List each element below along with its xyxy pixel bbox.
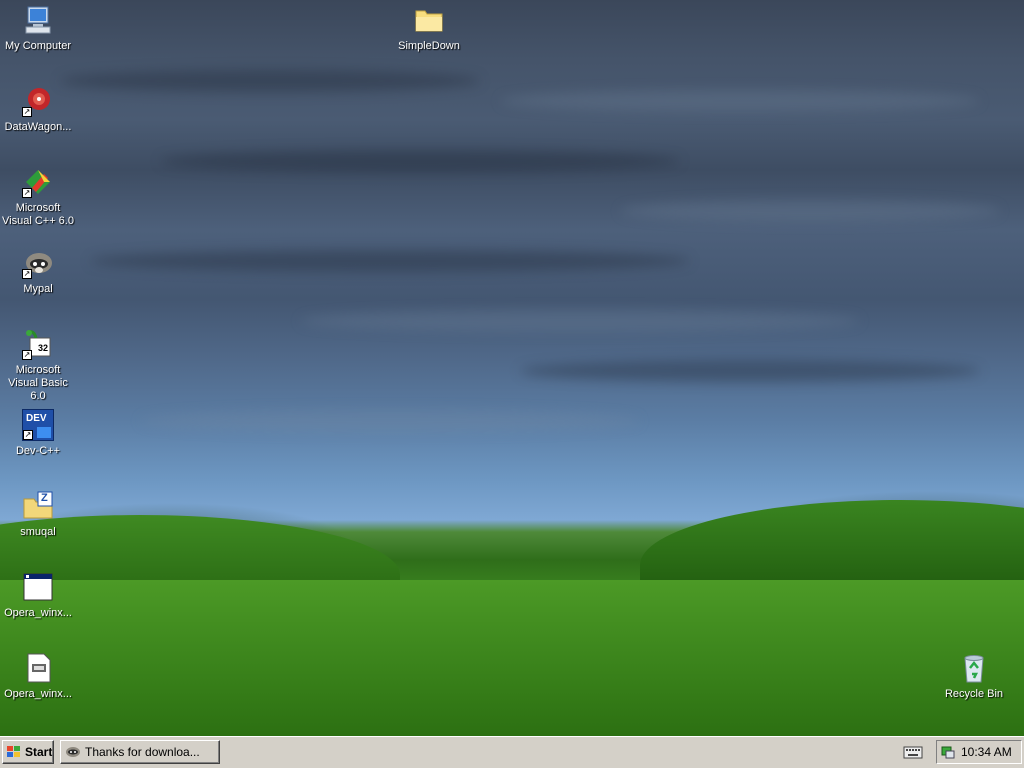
desktop-icon-label: DataWagon... <box>4 121 72 133</box>
zip-folder-icon: Z <box>22 490 54 522</box>
taskbar-button-window[interactable]: Thanks for downloa... <box>60 740 220 764</box>
desktop-icon-label: Opera_winx... <box>4 688 72 700</box>
shortcut-arrow-icon: ↗ <box>23 430 33 440</box>
start-label: Start <box>25 745 53 759</box>
desktop-icon-visual-basic[interactable]: 32 ↗ Microsoft Visual Basic 6.0 <box>0 328 76 403</box>
mypal-icon: ↗ <box>22 247 54 279</box>
desktop-icon-simpledown[interactable]: SimpleDown <box>391 4 467 53</box>
desktop[interactable]: My Computer ↗ DataWagon... ↗ Microsoft V… <box>0 0 1024 736</box>
shortcut-arrow-icon: ↗ <box>22 188 32 198</box>
shortcut-arrow-icon: ↗ <box>22 350 32 360</box>
desktop-icon-label: My Computer <box>4 40 72 52</box>
desktop-icon-label: Microsoft Visual Basic 6.0 <box>8 364 68 402</box>
desktop-icon-dev-cpp[interactable]: DEV ↗ Dev-C++ <box>0 409 76 458</box>
recycle-bin-icon <box>958 652 990 684</box>
cloud-streak <box>520 360 980 382</box>
cloud-streak <box>500 90 980 112</box>
shortcut-arrow-icon: ↗ <box>22 107 32 117</box>
system-tray: 10:34 AM <box>936 740 1022 764</box>
desktop-icon-smuqal[interactable]: Z smuqal <box>0 490 76 539</box>
desktop-icon-visual-cpp[interactable]: ↗ Microsoft Visual C++ 6.0 <box>0 166 76 228</box>
dev-badge: DEV <box>26 413 47 424</box>
desktop-icon-label: Recycle Bin <box>944 688 1004 700</box>
network-icon[interactable] <box>940 744 956 760</box>
desktop-icon-label: Microsoft Visual C++ 6.0 <box>2 202 74 227</box>
desktop-icon-opera-1[interactable]: Opera_winx... <box>0 571 76 620</box>
cloud-streak <box>300 310 860 332</box>
start-button[interactable]: Start <box>2 740 54 764</box>
desktop-icon-datawagon[interactable]: ↗ DataWagon... <box>0 85 76 134</box>
desktop-icon-label: Opera_winx... <box>4 607 72 619</box>
desktop-icon-recycle-bin[interactable]: Recycle Bin <box>936 652 1012 701</box>
cloud-streak <box>60 70 480 92</box>
clock[interactable]: 10:34 AM <box>961 745 1012 759</box>
desktop-icon-label: Dev-C++ <box>15 445 61 457</box>
msi-installer-icon <box>22 652 54 684</box>
cloud-streak <box>160 150 680 172</box>
dev-grid <box>37 427 51 438</box>
desktop-icon-label: Mypal <box>23 283 53 295</box>
zip-badge: Z <box>41 492 48 504</box>
cloud-streak <box>140 410 640 432</box>
dev-cpp-icon: DEV ↗ <box>22 409 54 441</box>
datawagon-icon: ↗ <box>22 85 54 117</box>
visual-cpp-icon: ↗ <box>22 166 54 198</box>
grass-field <box>0 580 1024 736</box>
mypal-icon <box>65 744 81 760</box>
desktop-icon-mypal[interactable]: ↗ Mypal <box>0 247 76 296</box>
visual-basic-icon: 32 ↗ <box>22 328 54 360</box>
windows-logo-icon <box>6 745 22 759</box>
desktop-icon-my-computer[interactable]: My Computer <box>0 4 76 53</box>
my-computer-icon <box>22 4 54 36</box>
desktop-icon-label: smuqal <box>20 526 56 538</box>
shortcut-arrow-icon: ↗ <box>22 269 32 279</box>
taskbar-button-label: Thanks for downloa... <box>85 745 200 759</box>
vb-badge: 32 <box>38 343 49 353</box>
desktop-icon-label: SimpleDown <box>398 40 460 52</box>
taskbar: Start Thanks for downloa... 10:34 AM <box>0 736 1024 768</box>
cloud-streak <box>620 200 1000 222</box>
cloud-streak <box>90 250 690 272</box>
application-window-icon <box>22 571 54 603</box>
folder-icon <box>413 4 445 36</box>
desktop-icon-opera-2[interactable]: Opera_winx... <box>0 652 76 701</box>
keyboard-icon[interactable] <box>903 745 923 759</box>
